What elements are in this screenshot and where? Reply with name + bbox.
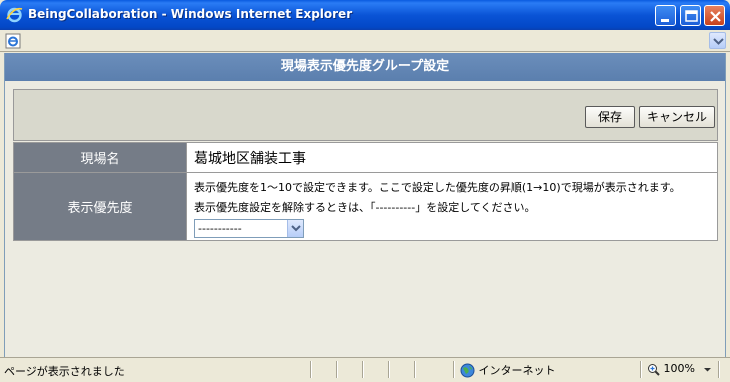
close-icon <box>710 11 721 22</box>
security-zone[interactable]: インターネット <box>460 362 556 378</box>
minimize-button[interactable] <box>655 5 676 26</box>
action-toolbar: 保存 キャンセル <box>13 89 718 141</box>
status-divider <box>718 361 720 378</box>
status-divider <box>336 361 338 378</box>
address-bar <box>0 30 730 52</box>
save-button[interactable]: 保存 <box>585 106 635 128</box>
status-text: ページが表示されました <box>4 365 125 378</box>
priority-select[interactable]: ----------- <box>194 218 304 238</box>
priority-help-line-1: 表示優先度を1～10で設定できます。ここで設定した優先度の昇順(1→10)で現場… <box>194 180 681 194</box>
globe-icon <box>460 363 475 377</box>
window-titlebar[interactable]: BeingCollaboration - Windows Internet Ex… <box>0 0 730 30</box>
security-zone-label: インターネット <box>478 364 556 377</box>
ie-logo-icon <box>6 7 23 23</box>
status-divider <box>362 361 364 378</box>
minimize-icon <box>661 19 669 22</box>
site-name-value: 葛城地区舗装工事 <box>186 142 718 173</box>
form-row-priority: 表示優先度 表示優先度を1～10で設定できます。ここで設定した優先度の昇順(1→… <box>13 172 718 241</box>
status-bar: ページが表示されました インターネット 100% <box>0 357 730 382</box>
page-viewport: 現場表示優先度グループ設定 保存 キャンセル 現場名 葛城地区舗装工事 表示優先… <box>4 53 726 357</box>
chevron-down-icon <box>291 224 301 231</box>
cancel-button[interactable]: キャンセル <box>639 106 715 128</box>
zoom-icon <box>648 363 660 376</box>
maximize-icon <box>685 10 698 22</box>
form-row-site: 現場名 葛城地区舗装工事 <box>13 142 718 173</box>
close-button[interactable] <box>704 5 725 26</box>
settings-form: 現場名 葛城地区舗装工事 表示優先度 表示優先度を1～10で設定できます。ここで… <box>13 142 718 241</box>
zoom-control[interactable]: 100% <box>647 362 712 376</box>
priority-help-line-2: 表示優先度設定を解除するときは、「----------」を設定してください。 <box>194 200 536 214</box>
ie-page-icon <box>5 33 21 49</box>
page-title: 現場表示優先度グループ設定 <box>5 53 725 81</box>
maximize-button[interactable] <box>680 5 701 26</box>
address-dropdown-button[interactable] <box>709 32 726 49</box>
priority-cell: 表示優先度を1～10で設定できます。ここで設定した優先度の昇順(1→10)で現場… <box>186 172 718 241</box>
status-divider <box>453 361 455 378</box>
priority-label: 表示優先度 <box>13 172 187 241</box>
status-divider <box>388 361 390 378</box>
status-divider <box>640 361 642 378</box>
status-divider <box>310 361 312 378</box>
chevron-down-icon <box>713 38 724 45</box>
site-name-label: 現場名 <box>13 142 187 173</box>
window-title: BeingCollaboration - Windows Internet Ex… <box>28 7 353 21</box>
zoom-level: 100% <box>663 362 695 375</box>
priority-select-value: ----------- <box>198 221 242 235</box>
select-dropdown-button[interactable] <box>287 219 303 237</box>
chevron-down-icon <box>704 367 712 371</box>
status-divider <box>414 361 416 378</box>
